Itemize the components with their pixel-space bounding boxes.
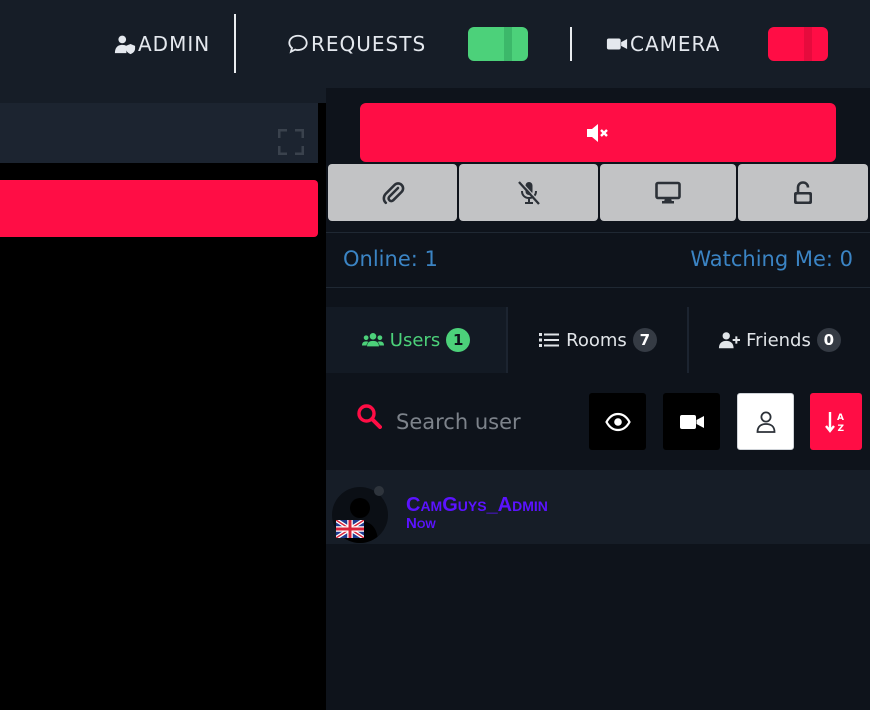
watching-count: Watching Me: 0	[690, 247, 853, 271]
tab-rooms[interactable]: Rooms 7	[508, 307, 689, 373]
screen-share-button[interactable]	[600, 164, 736, 221]
admin-label: ADMIN	[138, 32, 211, 56]
paperclip-icon	[382, 181, 404, 204]
uk-flag-icon	[336, 520, 364, 538]
sort-button[interactable]: A Z	[810, 393, 862, 450]
users-count-badge: 1	[446, 328, 471, 352]
user-last-seen: Now	[406, 515, 436, 532]
username[interactable]: CamGuys_Admin	[406, 494, 548, 517]
toggle-knob	[804, 27, 812, 61]
camera-toggle[interactable]	[768, 27, 828, 61]
tab-users[interactable]: Users 1	[326, 307, 508, 373]
user-search-bar: A Z	[326, 374, 870, 470]
nav-divider	[234, 14, 236, 73]
list-icon	[539, 333, 560, 347]
filter-visible-button[interactable]	[589, 393, 646, 450]
volume-mute-icon	[587, 123, 608, 142]
microphone-off-icon	[517, 180, 541, 205]
users-icon	[361, 333, 384, 347]
video-icon	[679, 414, 704, 429]
video-status-bar[interactable]	[0, 180, 318, 237]
search-input[interactable]	[396, 402, 576, 442]
user-shield-icon	[114, 35, 136, 55]
chat-sidebar: Online: 1 Watching Me: 0 Users 1 Rooms 7	[326, 88, 870, 710]
tab-friends[interactable]: Friends 0	[689, 307, 870, 373]
tab-friends-label: Friends	[746, 329, 811, 351]
unlock-icon	[794, 180, 812, 204]
admin-nav-item[interactable]: ADMIN	[114, 30, 210, 58]
user-list-item[interactable]: CamGuys_Admin Now	[326, 470, 870, 544]
sort-alpha-icon: A Z	[825, 411, 845, 434]
mute-button[interactable]	[360, 103, 836, 162]
panel-divider[interactable]	[318, 103, 326, 710]
camera-nav-item[interactable]: CAMERA	[606, 30, 720, 58]
user-tabs: Users 1 Rooms 7 Friends 0	[326, 307, 870, 373]
rooms-count-badge: 7	[632, 328, 657, 352]
stats-bar: Online: 1 Watching Me: 0	[326, 232, 870, 288]
video-camera-icon	[606, 38, 628, 50]
nav-divider	[570, 27, 572, 61]
camera-label: CAMERA	[630, 32, 721, 56]
top-bar: ADMIN REQUESTS CAMERA	[0, 0, 870, 88]
lock-button[interactable]	[738, 164, 868, 221]
comment-icon	[288, 34, 308, 54]
attach-button[interactable]	[328, 164, 457, 221]
svg-text:A: A	[837, 413, 844, 423]
toolbar	[328, 164, 870, 221]
microphone-button[interactable]	[459, 164, 598, 221]
video-header	[0, 103, 318, 163]
online-count: Online: 1	[343, 247, 438, 271]
fullscreen-icon[interactable]	[278, 129, 304, 155]
requests-nav-item[interactable]: REQUESTS	[287, 30, 426, 58]
friends-count-badge: 0	[816, 328, 841, 352]
requests-label: REQUESTS	[311, 32, 427, 56]
toggle-knob	[504, 27, 512, 61]
tab-rooms-label: Rooms	[566, 329, 627, 351]
filter-user-button[interactable]	[737, 393, 794, 450]
status-dot	[374, 486, 384, 496]
requests-toggle[interactable]	[468, 27, 528, 61]
tab-users-label: Users	[389, 329, 441, 351]
user-plus-icon	[719, 332, 741, 349]
eye-icon	[604, 412, 631, 431]
video-panel	[0, 103, 318, 710]
filter-camera-button[interactable]	[663, 393, 720, 450]
svg-text:Z: Z	[838, 424, 845, 434]
monitor-icon	[655, 181, 681, 203]
search-icon	[357, 404, 382, 429]
user-icon	[756, 411, 775, 433]
